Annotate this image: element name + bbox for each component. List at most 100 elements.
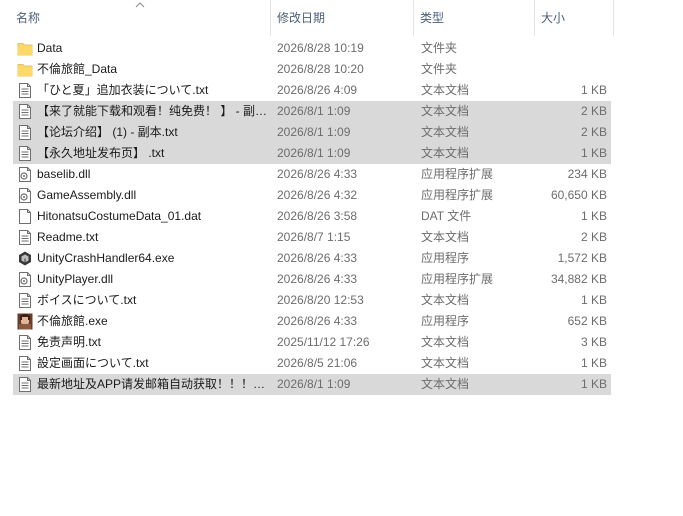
file-date-modified: 2026/8/28 10:20	[277, 62, 364, 76]
file-name: GameAssembly.dll	[37, 188, 137, 202]
file-row[interactable]: 設定画面について.txt 2026/8/5 21:06 文本文档 1 KB	[13, 353, 611, 374]
file-size: 1 KB	[580, 356, 607, 370]
file-date-modified: 2026/8/26 4:33	[277, 272, 358, 286]
file-date-modified: 2026/8/26 4:33	[277, 314, 358, 328]
file-name: 【论坛介绍】 (1) - 副本.txt	[37, 125, 178, 139]
file-type: 文本文档	[421, 230, 470, 244]
file-type: 应用程序	[421, 314, 470, 328]
column-header-type[interactable]: 类型	[415, 0, 535, 36]
file-size: 1 KB	[580, 83, 607, 97]
file-type: 文本文档	[421, 83, 470, 97]
file-size: 1 KB	[580, 209, 607, 223]
file-row[interactable]: baselib.dll 2026/8/26 4:33 应用程序扩展 234 KB	[13, 164, 611, 185]
file-type: 应用程序扩展	[421, 167, 494, 181]
file-size: 1 KB	[580, 377, 607, 391]
text-file-icon	[17, 145, 33, 162]
file-type: 文件夹	[421, 62, 458, 76]
text-file-icon	[17, 103, 33, 120]
file-type: 文本文档	[421, 377, 470, 391]
file-name: 不倫旅館.exe	[37, 314, 108, 328]
file-row[interactable]: Readme.txt 2026/8/7 1:15 文本文档 2 KB	[13, 227, 611, 248]
file-row[interactable]: 【论坛介绍】 (1) - 副本.txt 2026/8/1 1:09 文本文档 2 KB	[13, 122, 611, 143]
file-date-modified: 2026/8/5 21:06	[277, 356, 358, 370]
file-name: 「ひと夏」追加衣装について.txt	[37, 83, 209, 97]
column-header-date-modified[interactable]: 修改日期	[272, 0, 414, 36]
file-row[interactable]: Data 2026/8/28 10:19 文件夹	[13, 38, 611, 59]
file-row[interactable]: 「ひと夏」追加衣装について.txt 2026/8/26 4:09 文本文档 1 KB	[13, 80, 611, 101]
file-size: 2 KB	[580, 230, 607, 244]
file-type: 文本文档	[421, 146, 470, 160]
file-name: 設定画面について.txt	[37, 356, 149, 370]
file-type: 文本文档	[421, 125, 470, 139]
file-row[interactable]: 免责声明.txt 2025/11/12 17:26 文本文档 3 KB	[13, 332, 611, 353]
file-date-modified: 2026/8/1 1:09	[277, 104, 351, 118]
file-date-modified: 2026/8/26 4:33	[277, 251, 358, 265]
file-name: 最新地址及APP请发邮箱自动获取！！！…	[37, 377, 266, 391]
file-date-modified: 2026/8/26 4:09	[277, 83, 358, 97]
text-file-icon	[17, 334, 33, 351]
file-date-modified: 2026/8/28 10:19	[277, 41, 364, 55]
file-name: UnityCrashHandler64.exe	[37, 251, 175, 265]
file-size: 652 KB	[567, 314, 607, 328]
unity-app-icon	[17, 250, 33, 267]
game-app-icon	[17, 313, 33, 330]
file-date-modified: 2026/8/1 1:09	[277, 146, 351, 160]
dll-file-icon	[17, 187, 33, 204]
file-date-modified: 2025/11/12 17:26	[277, 335, 370, 349]
file-type: 应用程序扩展	[421, 272, 494, 286]
file-explorer: 名称 修改日期 类型 大小 Data 2026/8/28 10:19 文件夹 不倫旅館…	[0, 0, 683, 516]
file-row[interactable]: 不倫旅館.exe 2026/8/26 4:33 应用程序 652 KB	[13, 311, 611, 332]
file-type: 文本文档	[421, 104, 470, 118]
file-name: 不倫旅館_Data	[37, 62, 118, 76]
column-header-size[interactable]: 大小	[536, 0, 614, 36]
file-size: 234 KB	[567, 167, 607, 181]
file-row[interactable]: GameAssembly.dll 2026/8/26 4:32 应用程序扩展 60,6…	[13, 185, 611, 206]
dll-file-icon	[17, 166, 33, 183]
file-name: baselib.dll	[37, 167, 91, 181]
file-row[interactable]: ボイスについて.txt 2026/8/20 12:53 文本文档 1 KB	[13, 290, 611, 311]
file-date-modified: 2026/8/26 4:32	[277, 188, 358, 202]
file-size: 2 KB	[580, 104, 607, 118]
folder-icon	[17, 61, 33, 78]
file-name: 【来了就能下载和观看！纯免费！ 】 - 副…	[37, 104, 267, 118]
file-name: UnityPlayer.dll	[37, 272, 114, 286]
file-row[interactable]: 【永久地址发布页】 .txt 2026/8/1 1:09 文本文档 1 KB	[13, 143, 611, 164]
blank-file-icon	[17, 208, 33, 225]
file-date-modified: 2026/8/1 1:09	[277, 377, 351, 391]
file-name: 免责声明.txt	[37, 335, 102, 349]
file-name: ボイスについて.txt	[37, 293, 137, 307]
text-file-icon	[17, 292, 33, 309]
text-file-icon	[17, 229, 33, 246]
file-name: Readme.txt	[37, 230, 99, 244]
file-type: 文本文档	[421, 335, 470, 349]
column-header-name[interactable]: 名称	[11, 0, 271, 36]
file-row[interactable]: 【来了就能下载和观看！纯免费！ 】 - 副… 2026/8/1 1:09 文本文档 2…	[13, 101, 611, 122]
file-row[interactable]: 最新地址及APP请发邮箱自动获取！！！… 2026/8/1 1:09 文本文档 1 K…	[13, 374, 611, 395]
file-size: 2 KB	[580, 125, 607, 139]
file-type: 应用程序扩展	[421, 188, 494, 202]
text-file-icon	[17, 82, 33, 99]
file-type: 文本文档	[421, 293, 470, 307]
file-row[interactable]: UnityPlayer.dll 2026/8/26 4:33 应用程序扩展 34,88…	[13, 269, 611, 290]
column-header-bar: 名称 修改日期 类型 大小	[0, 0, 620, 36]
file-row[interactable]: HitonatsuCostumeData_01.dat 2026/8/26 3:5…	[13, 206, 611, 227]
file-row[interactable]: UnityCrashHandler64.exe 2026/8/26 4:33 应用程…	[13, 248, 611, 269]
file-type: 文件夹	[421, 41, 458, 55]
file-size: 1,572 KB	[557, 251, 607, 265]
text-file-icon	[17, 124, 33, 141]
file-name: HitonatsuCostumeData_01.dat	[37, 209, 202, 223]
file-row[interactable]: 不倫旅館_Data 2026/8/28 10:20 文件夹	[13, 59, 611, 80]
text-file-icon	[17, 355, 33, 372]
file-date-modified: 2026/8/26 3:58	[277, 209, 358, 223]
file-size: 1 KB	[580, 293, 607, 307]
file-size: 1 KB	[580, 146, 607, 160]
file-name: Data	[37, 41, 63, 55]
dll-file-icon	[17, 271, 33, 288]
file-name: 【永久地址发布页】 .txt	[37, 146, 165, 160]
file-date-modified: 2026/8/7 1:15	[277, 230, 351, 244]
file-type: 文本文档	[421, 356, 470, 370]
file-date-modified: 2026/8/1 1:09	[277, 125, 351, 139]
file-size: 34,882 KB	[550, 272, 607, 286]
file-size: 60,650 KB	[550, 188, 607, 202]
text-file-icon	[17, 376, 33, 393]
